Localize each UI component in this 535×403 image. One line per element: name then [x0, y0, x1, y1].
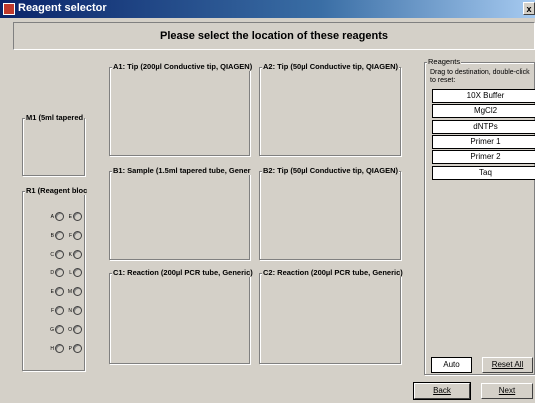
well-circle-icon — [73, 212, 82, 221]
slot-b1[interactable]: B1: Sample (1.5ml tapered tube, Gener — [109, 166, 252, 260]
reagent-well[interactable]: F — [65, 230, 85, 241]
reagent-well[interactable]: A — [47, 212, 67, 222]
well-label: K — [68, 251, 72, 258]
m1-group[interactable]: M1 (5ml tapered — [22, 113, 85, 176]
back-button[interactable]: Back — [413, 382, 471, 400]
well-circle-icon — [55, 306, 64, 315]
reagent-item[interactable]: Primer 1 — [432, 134, 535, 149]
reagent-item[interactable]: MgCl2 — [432, 104, 535, 119]
instruction-header: Please select the location of these reag… — [13, 22, 535, 50]
reagent-item[interactable]: Taq — [432, 165, 535, 180]
reagent-item[interactable]: Primer 2 — [432, 150, 535, 165]
reagents-instructions: Drag to destination, double-click to res… — [430, 69, 530, 84]
well-label: E — [50, 289, 54, 296]
well-label: L — [69, 270, 72, 277]
well-circle-icon — [73, 230, 82, 240]
reagent-well[interactable]: P — [65, 343, 85, 354]
instruction-text: Please select the location of these reag… — [159, 30, 389, 42]
reagent-well[interactable]: B — [47, 230, 67, 241]
reagent-well[interactable]: D — [47, 268, 67, 278]
well-label: E — [68, 214, 72, 220]
reagent-item[interactable]: 10X Buffer — [432, 89, 535, 103]
reagent-well[interactable]: E — [47, 287, 67, 297]
well-label: C — [50, 251, 54, 258]
window-title: Reagent selector — [18, 2, 107, 14]
reagent-well[interactable]: G — [47, 324, 67, 335]
reset-all-label: Reset All — [491, 360, 524, 369]
reagent-well[interactable]: E — [65, 212, 85, 222]
well-label: H — [50, 345, 54, 352]
reagent-well[interactable]: K — [65, 249, 85, 260]
well-circle-icon — [73, 306, 82, 315]
next-button[interactable]: Next — [481, 383, 533, 399]
well-label: F — [68, 232, 72, 239]
r1-label: R1 (Reagent bloc — [25, 186, 89, 195]
reagent-well[interactable]: N — [65, 306, 85, 316]
well-label: P — [68, 345, 72, 352]
well-circle-icon — [55, 268, 64, 278]
reagent-well[interactable]: O — [65, 324, 85, 335]
well-circle-icon — [55, 287, 64, 297]
slot-c2[interactable]: C2: Reaction (200µl PCR tube, Generic) — [259, 268, 404, 364]
well-circle-icon — [55, 343, 64, 353]
slot-b2[interactable]: B2: Tip (50µl Conductive tip, QIAGEN) — [259, 166, 401, 260]
m1-label: M1 (5ml tapered — [25, 113, 85, 122]
slot-a1[interactable]: A1: Tip (200µl Conductive tip, QIAGEN) — [109, 62, 254, 156]
close-button[interactable]: x — [523, 2, 535, 15]
slot-c2-label: C2: Reaction (200µl PCR tube, Generic) — [262, 268, 404, 277]
slot-a2[interactable]: A2: Tip (50µl Conductive tip, QIAGEN) — [259, 62, 401, 156]
reset-all-button[interactable]: Reset All — [482, 357, 533, 373]
slot-c1-label: C1: Reaction (200µl PCR tube, Generic) — [112, 268, 254, 277]
app-icon — [3, 3, 15, 15]
reagents-title: Reagents — [427, 57, 462, 66]
slot-a1-label: A1: Tip (200µl Conductive tip, QIAGEN) — [112, 62, 254, 71]
slot-b1-label: B1: Sample (1.5ml tapered tube, Gener — [112, 166, 252, 175]
well-label: G — [50, 326, 54, 333]
reagent-well[interactable]: M — [65, 287, 85, 297]
reagent-well[interactable]: F — [47, 306, 67, 316]
well-label: A — [50, 214, 54, 220]
well-circle-icon — [55, 212, 64, 221]
title-bar: Reagent selector x — [0, 0, 535, 18]
well-circle-icon — [73, 324, 82, 334]
well-circle-icon — [73, 249, 82, 259]
well-label: N — [68, 308, 72, 314]
back-label: Back — [433, 386, 451, 395]
slot-a2-label: A2: Tip (50µl Conductive tip, QIAGEN) — [262, 62, 400, 71]
well-circle-icon — [55, 324, 64, 334]
well-circle-icon — [73, 343, 82, 353]
reagent-well[interactable]: C — [47, 249, 67, 260]
well-label: B — [50, 232, 54, 239]
well-label: M — [67, 289, 72, 296]
auto-button[interactable]: Auto — [431, 357, 472, 373]
reagent-well[interactable]: H — [47, 343, 67, 354]
reagent-well[interactable]: L — [65, 268, 85, 278]
well-label: D — [50, 270, 54, 277]
reagents-panel: Reagents Drag to destination, double-cli… — [424, 57, 535, 375]
slot-c1[interactable]: C1: Reaction (200µl PCR tube, Generic) — [109, 268, 254, 364]
slot-b2-label: B2: Tip (50µl Conductive tip, QIAGEN) — [262, 166, 400, 175]
reagent-item[interactable]: dNTPs — [432, 119, 535, 134]
well-label: O — [68, 326, 72, 333]
next-label: Next — [498, 386, 516, 395]
well-circle-icon — [55, 249, 64, 259]
well-label: F — [50, 308, 54, 314]
well-circle-icon — [73, 287, 82, 297]
well-circle-icon — [73, 268, 82, 278]
well-circle-icon — [55, 230, 64, 240]
